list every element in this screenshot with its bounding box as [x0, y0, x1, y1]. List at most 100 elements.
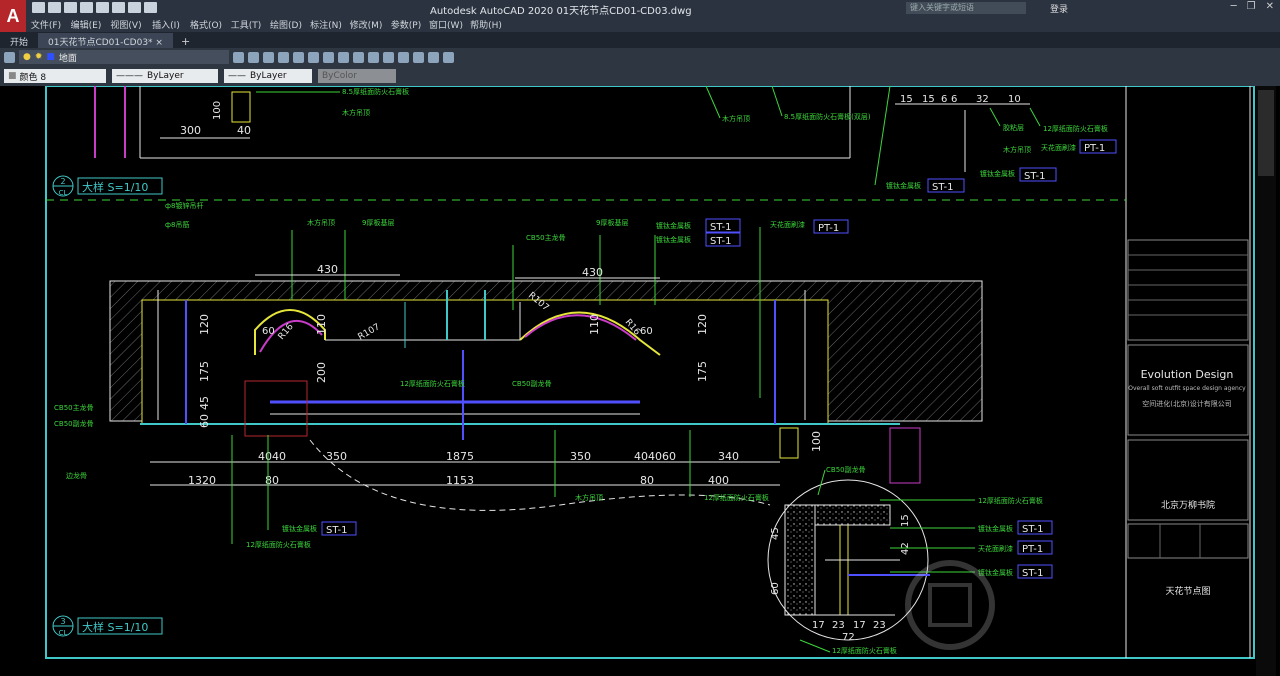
layer-name: 地面	[58, 53, 77, 64]
dim-edit-icon[interactable]	[443, 51, 454, 63]
plotstyle-dropdown[interactable]: ByColor	[318, 69, 396, 83]
dim-style-icon[interactable]	[263, 51, 274, 63]
dim-angular-icon[interactable]	[353, 51, 364, 63]
lineweight-dropdown[interactable]: —— ByLayer	[224, 69, 312, 83]
annotation-label: 镀钛金属板	[282, 524, 317, 533]
dim-text: 120	[198, 314, 211, 335]
dim-continue-icon[interactable]	[383, 51, 394, 63]
dim-baseline-icon[interactable]	[368, 51, 379, 63]
dim-text: 4040	[258, 450, 286, 463]
undo-icon[interactable]	[128, 2, 141, 13]
layer-dropdown[interactable]: ● ✹ ■ 地面	[19, 50, 229, 64]
dim-text: 350	[326, 450, 347, 463]
new-file-icon[interactable]	[32, 2, 45, 13]
annotation-label: 木方吊顶	[1003, 145, 1031, 154]
menu-dimension[interactable]: 标注(N)	[306, 16, 346, 32]
layer-toolbar: ● ✹ ■ 地面	[0, 48, 1280, 66]
dim-text: 340	[718, 450, 739, 463]
menu-view[interactable]: 视图(V)	[106, 16, 146, 32]
project-name: 北京万柳书院	[1161, 499, 1215, 511]
annotation-label: 木方吊顶	[342, 108, 370, 117]
menu-modify[interactable]: 修改(M)	[346, 16, 386, 32]
dim-diameter-icon[interactable]	[338, 51, 349, 63]
color-dropdown[interactable]: ■ 颜色 8	[4, 69, 106, 83]
detail-3-label: 3 CL 大样 S=1/10	[52, 615, 163, 637]
window-title: Autodesk AutoCAD 2020 01天花节点CD01-CD03.dw…	[430, 6, 692, 17]
new-tab-plus-icon[interactable]: +	[173, 35, 198, 48]
dim-text: 300	[180, 124, 201, 137]
lightbulb-icon: ●	[23, 52, 31, 62]
menu-insert[interactable]: 插入(I)	[146, 16, 186, 32]
annotation-label: ф8镀锌吊杆	[165, 201, 203, 210]
material-tag: PT-1	[818, 223, 839, 234]
title-bar: A Autodesk AutoCAD 2020 01天花节点CD01-CD03.…	[0, 0, 1280, 32]
material-tag: ST-1	[1024, 171, 1046, 182]
material-tag: ST-1	[326, 525, 348, 536]
dim-text: 42	[900, 542, 911, 555]
dim-text: 120	[696, 314, 709, 335]
annotation-label: 天花面刷漆	[978, 544, 1013, 553]
scrollbar-thumb[interactable]	[1258, 90, 1274, 176]
drawing-canvas[interactable]: Evolution Design Overall soft outfit spa…	[0, 86, 1280, 676]
menu-window[interactable]: 窗口(W)	[426, 16, 466, 32]
dim-text: 60	[262, 326, 275, 337]
annotation-label: 木方吊顶	[722, 114, 750, 123]
layer-previous-icon[interactable]	[248, 51, 259, 63]
dim-linear-icon[interactable]	[278, 51, 289, 63]
dim-text: 400	[708, 474, 729, 487]
tab-drawing[interactable]: 01天花节点CD01-CD03* ×	[38, 33, 173, 48]
menu-format[interactable]: 格式(O)	[186, 16, 226, 32]
center-mark-icon[interactable]	[428, 51, 439, 63]
annotation-label: 木方吊顶	[575, 493, 603, 502]
annotation-label: 9厚板基层	[596, 218, 628, 227]
linetype-value: ByLayer	[147, 71, 184, 81]
minimize-icon[interactable]: ─	[1231, 1, 1237, 12]
linetype-dropdown[interactable]: ——— ByLayer	[112, 69, 218, 83]
close-icon[interactable]: ✕	[1266, 1, 1274, 12]
redo-icon[interactable]	[144, 2, 157, 13]
dim-text: 23	[832, 620, 845, 631]
login-button[interactable]: 登录	[1050, 2, 1068, 15]
search-input[interactable]: 键入关键字或短语	[906, 2, 1026, 14]
dim-text: 10	[1008, 94, 1021, 105]
menu-parametric[interactable]: 参数(P)	[386, 16, 426, 32]
menu-file[interactable]: 文件(F)	[26, 16, 66, 32]
save-icon[interactable]	[64, 2, 77, 13]
tolerance-icon[interactable]	[413, 51, 424, 63]
dim-arc-icon[interactable]	[308, 51, 319, 63]
make-current-icon[interactable]	[233, 51, 244, 63]
right-top-annotations: 15 15 6 6 32 10 胶粘层 12厚纸面防火石膏板 木方吊顶 天花面刷…	[874, 86, 1117, 193]
sheet-label: 天花节点图	[1165, 585, 1210, 597]
dim-text: 175	[696, 361, 709, 382]
open-file-icon[interactable]	[48, 2, 61, 13]
dim-text: 15	[900, 94, 913, 105]
dim-text: 200	[315, 362, 328, 383]
menu-help[interactable]: 帮助(H)	[466, 16, 506, 32]
web-mobile-icon[interactable]	[96, 2, 109, 13]
annotation-label: 镀钛金属板	[656, 235, 691, 244]
save-as-icon[interactable]	[80, 2, 93, 13]
leader-icon[interactable]	[398, 51, 409, 63]
dim-text: 1153	[446, 474, 474, 487]
window-controls: ─ ❐ ✕	[1231, 1, 1274, 12]
menu-tools[interactable]: 工具(T)	[226, 16, 266, 32]
dim-text: 1320	[188, 474, 216, 487]
material-tag: ST-1	[710, 236, 732, 247]
annotation-label: 9厚板基层	[362, 218, 394, 227]
lineweight-sample-icon: ——	[228, 71, 246, 81]
autocad-logo-icon[interactable]: A	[0, 0, 26, 32]
layer-properties-icon[interactable]	[4, 51, 15, 63]
restore-icon[interactable]: ❐	[1247, 1, 1256, 12]
dim-aligned-icon[interactable]	[293, 51, 304, 63]
dim-text: 45	[198, 396, 211, 410]
dim-text: 430	[582, 266, 603, 279]
plot-icon[interactable]	[112, 2, 125, 13]
annotation-label: 镀钛金属板	[886, 181, 921, 190]
tab-start[interactable]: 开始	[0, 33, 38, 48]
dim-text: 45	[770, 527, 781, 540]
menu-edit[interactable]: 编辑(E)	[66, 16, 106, 32]
annotation-label: 12厚纸面防火石膏板	[1043, 124, 1108, 133]
menu-draw[interactable]: 绘图(D)	[266, 16, 306, 32]
dim-radius-icon[interactable]	[323, 51, 334, 63]
annotation-label: 镀钛金属板	[656, 221, 691, 230]
